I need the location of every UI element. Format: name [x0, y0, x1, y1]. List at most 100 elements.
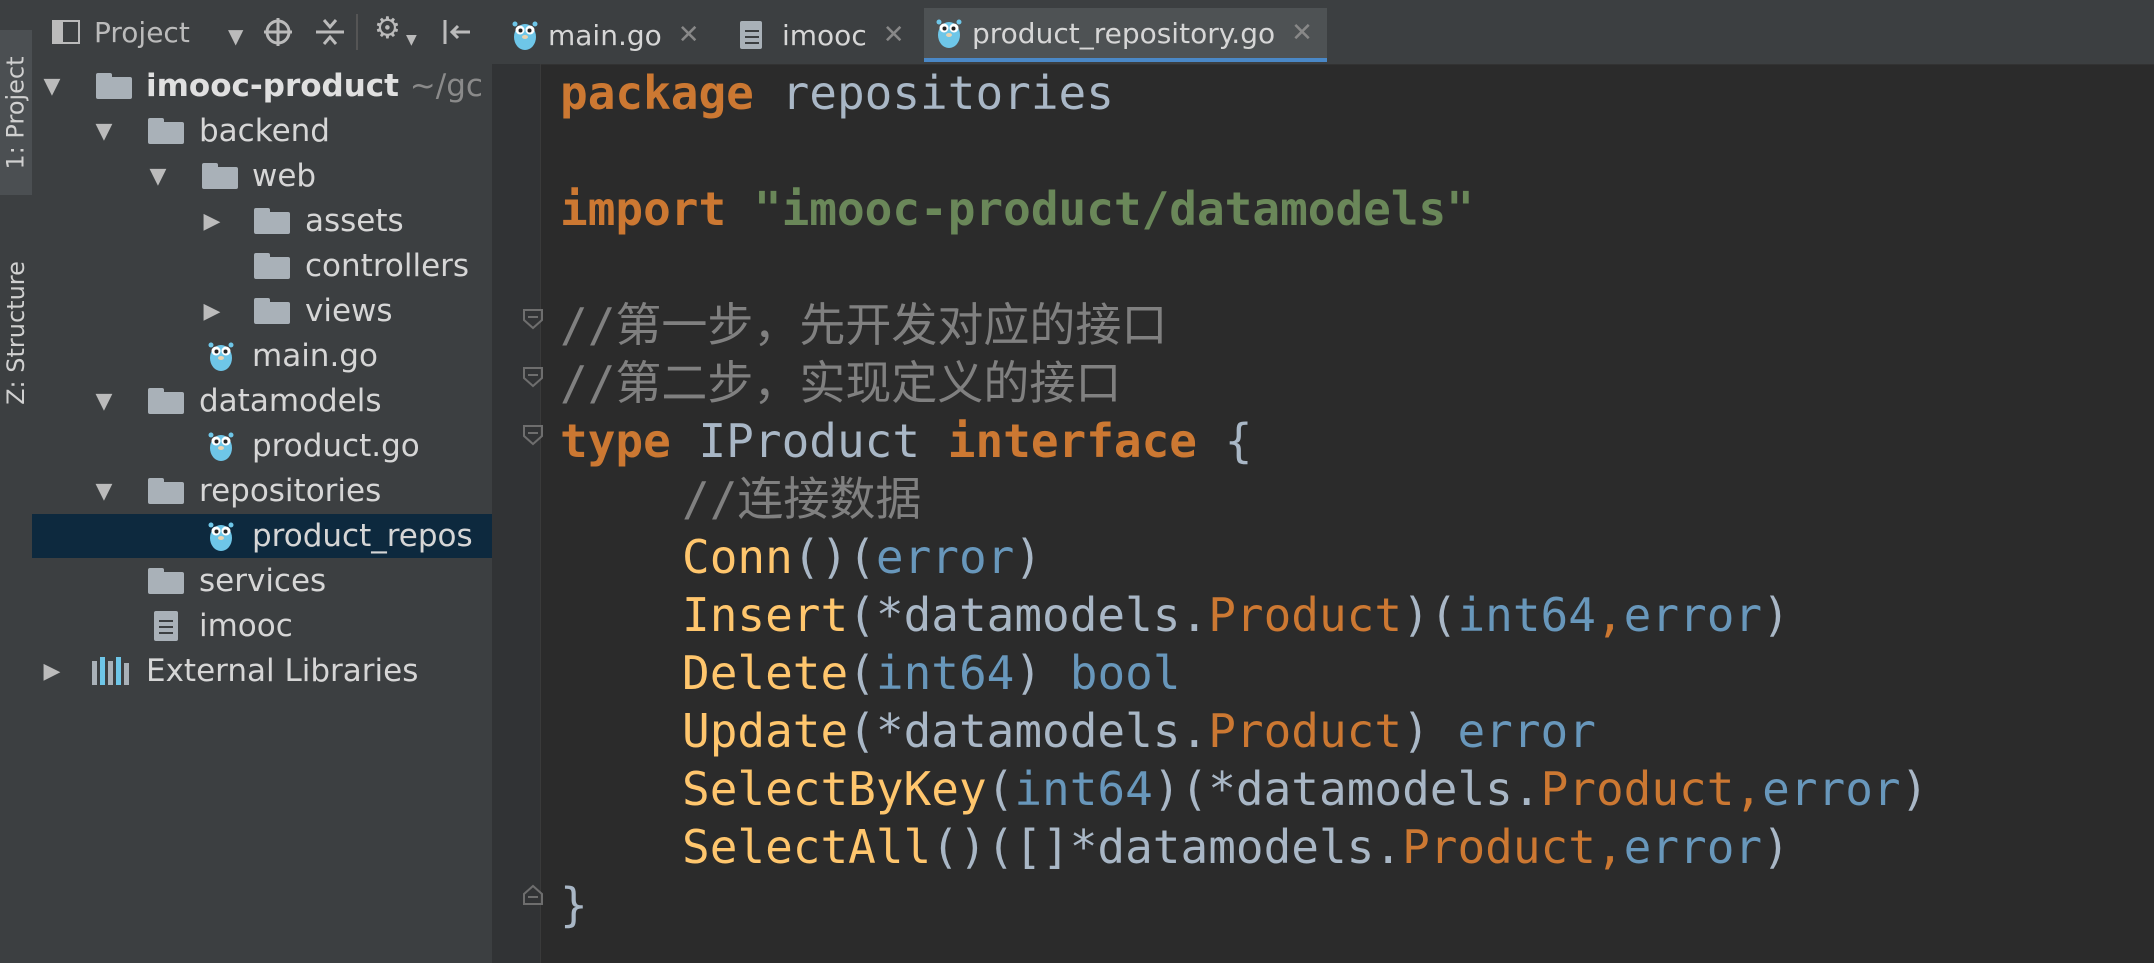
method-name: Delete — [682, 646, 849, 700]
editor-area: main.go ✕ imooc ✕ product_repository.go … — [492, 0, 2154, 963]
project-panel-title[interactable]: Project — [94, 16, 190, 49]
tree-item-label: controllers — [305, 248, 470, 284]
type-ref: int64 — [875, 646, 1015, 700]
tree-item-label-text: imooc-product — [146, 68, 399, 104]
brace: { — [1224, 414, 1253, 468]
code-comment: //连接数据 — [682, 472, 922, 526]
package-ref: datamodels. — [1097, 820, 1403, 874]
tree-item-datamodels[interactable]: ▼ datamodels — [32, 379, 492, 423]
folder-icon — [202, 163, 238, 189]
gopher-icon — [936, 17, 962, 49]
structure-tool-tab[interactable]: Z: Structure — [0, 238, 32, 428]
code-line-import: import "imooc-product/datamodels" — [560, 180, 1474, 238]
type-ref: error — [1623, 820, 1763, 874]
expanded-arrow-icon[interactable]: ▼ — [94, 479, 114, 504]
keyword: type — [560, 414, 671, 468]
identifier: repositories — [781, 66, 1114, 120]
package-ref: datamodels. — [903, 588, 1209, 642]
tree-item-web[interactable]: ▼ web — [32, 154, 492, 198]
project-panel: Project ▼ ⚙ ▼ ▼ imooc-product ~/gc ▼ bac… — [32, 0, 492, 963]
tree-item-label: datamodels — [199, 383, 382, 419]
keyword: interface — [947, 414, 1197, 468]
tree-item-label: main.go — [252, 338, 378, 374]
fold-marker-icon[interactable] — [522, 366, 544, 388]
file-icon — [154, 611, 178, 641]
tree-item-imooc-product[interactable]: ▼ imooc-product ~/gc — [32, 64, 492, 108]
expanded-arrow-icon[interactable]: ▼ — [42, 74, 62, 99]
tree-item-views[interactable]: ▶ views — [32, 289, 492, 333]
tree-item-main-go[interactable]: main.go — [32, 334, 492, 378]
tree-item-label: web — [252, 158, 317, 194]
folder-icon — [254, 253, 290, 279]
tree-item-label: backend — [199, 113, 330, 149]
type-ref: Product — [1208, 588, 1403, 642]
tab-main-go[interactable]: main.go ✕ — [512, 8, 712, 62]
tab-imooc[interactable]: imooc ✕ — [740, 8, 910, 62]
collapse-all-icon[interactable] — [316, 18, 344, 46]
collapsed-arrow-icon[interactable]: ▶ — [42, 659, 62, 684]
fold-marker-icon[interactable] — [522, 308, 544, 330]
method-name: SelectAll — [682, 820, 932, 874]
collapsed-arrow-icon[interactable]: ▶ — [202, 299, 222, 324]
dropdown-arrow-icon[interactable]: ▼ — [228, 22, 243, 50]
hide-icon[interactable] — [442, 18, 472, 46]
keyword: import — [560, 182, 727, 236]
project-panel-header: Project ▼ ⚙ ▼ — [32, 0, 492, 64]
tree-item-label: assets — [305, 203, 404, 239]
project-tool-tab[interactable]: 1: Project — [0, 30, 32, 195]
tab-label: product_repository.go — [972, 16, 1276, 50]
expanded-arrow-icon[interactable]: ▼ — [94, 389, 114, 414]
tool-window-strip: 1: Project Z: Structure — [0, 0, 33, 963]
type-ref: error — [1623, 588, 1763, 642]
type-ref: error — [1457, 704, 1596, 758]
project-tool-tab-label: 1: Project — [2, 55, 31, 170]
tab-label: imooc — [782, 18, 867, 52]
type-ref: error — [1762, 762, 1901, 816]
tree-item-product-repository[interactable]: product_repos — [32, 514, 492, 558]
tree-item-label: views — [305, 293, 393, 329]
tree-item-product-go[interactable]: product.go — [32, 424, 492, 468]
tree-item-services[interactable]: services — [32, 559, 492, 603]
fold-marker-icon[interactable] — [522, 424, 544, 446]
tree-item-controllers[interactable]: controllers — [32, 244, 492, 288]
code-line-close: } — [560, 876, 588, 934]
file-icon — [740, 21, 762, 49]
code-line-package: package repositories — [560, 64, 1114, 122]
editor-gutter — [492, 64, 541, 963]
type-ref: int64 — [1014, 762, 1153, 816]
folder-icon — [254, 298, 290, 324]
method-name: Insert — [682, 588, 849, 642]
tab-product-repository-go[interactable]: product_repository.go ✕ — [924, 8, 1327, 62]
tree-item-imooc[interactable]: imooc — [32, 604, 492, 648]
tree-item-label: product_repos — [252, 518, 473, 554]
tree-item-external-libraries[interactable]: ▶ External Libraries — [32, 649, 492, 693]
close-icon[interactable]: ✕ — [678, 20, 700, 50]
tree-item-assets[interactable]: ▶ assets — [32, 199, 492, 243]
collapsed-arrow-icon[interactable]: ▶ — [202, 209, 222, 234]
project-view-icon — [52, 20, 80, 44]
tree-item-repositories[interactable]: ▼ repositories — [32, 469, 492, 513]
expanded-arrow-icon[interactable]: ▼ — [94, 119, 114, 144]
type-name: IProduct — [698, 414, 921, 468]
target-icon[interactable] — [264, 18, 292, 46]
folder-icon — [148, 568, 184, 594]
header-divider — [356, 14, 358, 50]
code-line-method: SelectByKey(int64)(*datamodels.Product,e… — [682, 762, 1929, 816]
close-icon[interactable]: ✕ — [1291, 18, 1313, 48]
folder-icon — [148, 388, 184, 414]
ide-window: 1: Project Z: Structure Project ▼ ⚙ ▼ ▼ … — [0, 0, 2154, 963]
library-icon — [92, 657, 129, 685]
structure-tool-tab-label: Z: Structure — [2, 261, 30, 405]
fold-marker-icon[interactable] — [522, 884, 544, 906]
tree-item-label: product.go — [252, 428, 420, 464]
editor-tab-bar: main.go ✕ imooc ✕ product_repository.go … — [492, 0, 2154, 65]
keyword: package — [560, 66, 754, 120]
gear-dropdown-icon[interactable]: ▼ — [406, 26, 417, 54]
close-icon[interactable]: ✕ — [883, 20, 905, 50]
gear-icon[interactable]: ⚙ — [374, 14, 401, 44]
folder-icon — [254, 208, 290, 234]
expanded-arrow-icon[interactable]: ▼ — [148, 164, 168, 189]
gopher-icon — [208, 430, 234, 462]
type-ref: bool — [1069, 646, 1181, 700]
tree-item-backend[interactable]: ▼ backend — [32, 109, 492, 153]
